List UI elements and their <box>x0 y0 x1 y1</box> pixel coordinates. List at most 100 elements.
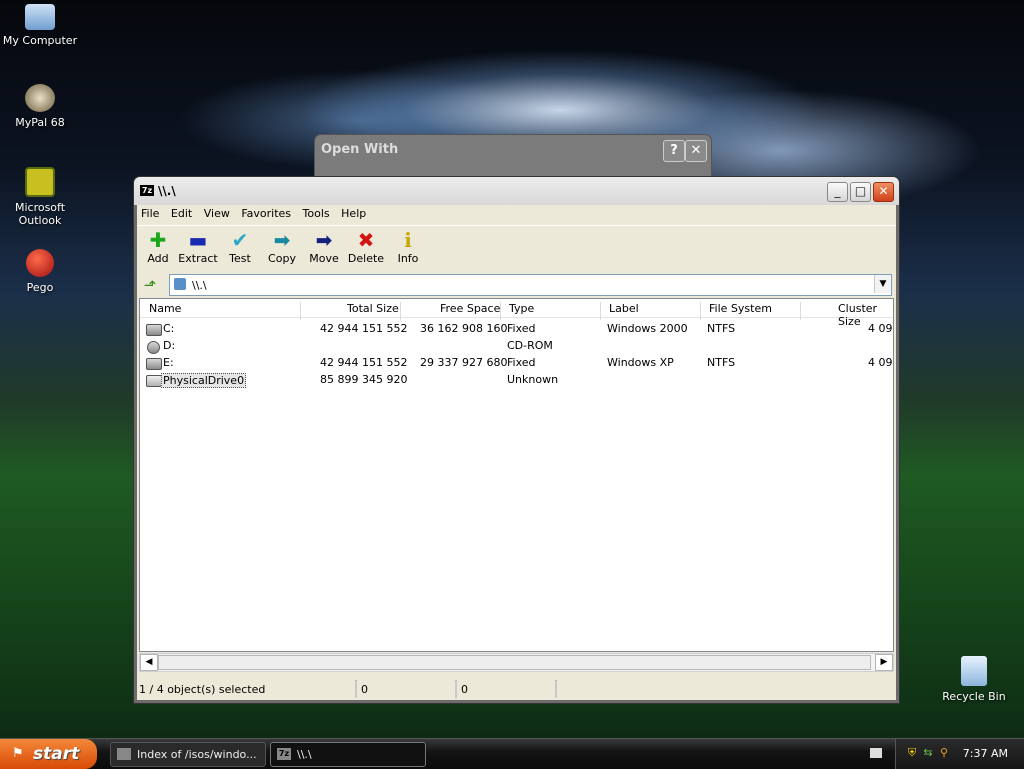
item-type: Fixed <box>507 322 536 335</box>
menu-edit[interactable]: Edit <box>167 205 196 220</box>
hard-drive-icon <box>146 324 162 336</box>
system-tray: ⛨ ⇆ ⚲ 7:37 AM <box>895 739 1024 769</box>
info-icon: i <box>404 228 412 252</box>
chevron-left-icon: ◀ <box>145 657 153 667</box>
status-divider <box>455 680 457 698</box>
toolbar-label: Add <box>147 252 169 265</box>
dropdown-arrow-button[interactable]: ▼ <box>874 275 891 293</box>
taskbar-item-browser[interactable]: Index of /isos/windo... <box>110 742 266 767</box>
taskbar-item-7zip[interactable]: 7z \\.\ <box>270 742 426 767</box>
my-computer-icon <box>25 4 55 30</box>
file-manager-window: 7z \\.\ _ □ ✕ File Edit View Favorites T… <box>133 176 900 704</box>
delete-button[interactable]: ✖ Delete <box>345 228 387 265</box>
column-separator[interactable] <box>500 302 501 320</box>
item-type: Fixed <box>507 356 536 369</box>
item-label: Windows 2000 <box>607 322 688 335</box>
column-label[interactable]: Label <box>609 302 639 315</box>
item-label: Windows XP <box>607 356 674 369</box>
item-free-space: 36 162 908 160 <box>420 322 508 335</box>
info-button[interactable]: i Info <box>387 228 429 265</box>
item-total-size: 42 944 151 552 <box>320 356 408 369</box>
taskbar: ⚑ start Index of /isos/windo... 7z \\.\ … <box>0 738 1024 769</box>
pego-icon <box>26 249 54 277</box>
hard-drive-icon <box>146 358 162 370</box>
copy-button[interactable]: ➡ Copy <box>261 228 303 265</box>
desktop-icon-label: Pego <box>26 281 54 294</box>
toolbar-label: Copy <box>268 252 296 265</box>
list-item-c[interactable]: C: 42 944 151 552 36 162 908 160 Fixed W… <box>140 320 893 337</box>
browser-icon <box>117 748 131 760</box>
file-list[interactable]: Name Total Size Free Space Type Label Fi… <box>139 298 894 652</box>
column-free-space[interactable]: Free Space <box>440 302 500 315</box>
keyboard-icon[interactable] <box>870 748 882 758</box>
address-text: \\.\ <box>192 279 207 292</box>
status-selection: 1 / 4 object(s) selected <box>139 683 266 696</box>
column-file-system[interactable]: File System <box>709 302 772 315</box>
item-free-space: 29 337 927 680 <box>420 356 508 369</box>
move-arrow-icon: ➡ <box>315 228 333 252</box>
extract-button[interactable]: ▬ Extract <box>177 228 219 265</box>
move-button[interactable]: ➡ Move <box>303 228 345 265</box>
start-button[interactable]: ⚑ start <box>0 739 97 769</box>
scroll-left-button[interactable]: ◀ <box>140 654 158 671</box>
status-size: 0 <box>361 683 368 696</box>
help-button[interactable]: ? <box>663 140 685 162</box>
outlook-icon <box>25 167 55 197</box>
plus-icon: ✚ <box>149 228 167 252</box>
minus-icon: ▬ <box>188 228 208 252</box>
item-file-system: NTFS <box>707 356 736 369</box>
network-icon[interactable]: ⇆ <box>922 747 934 759</box>
window-titlebar[interactable]: 7z \\.\ _ □ ✕ <box>134 177 899 205</box>
status-divider <box>355 680 357 698</box>
toolbar-label: Move <box>309 252 339 265</box>
close-button[interactable]: ✕ <box>685 140 707 162</box>
column-separator[interactable] <box>300 302 301 320</box>
minimize-button[interactable]: _ <box>827 182 848 202</box>
desktop-icon-outlook[interactable]: Microsoft Outlook <box>0 167 80 227</box>
menu-file[interactable]: File <box>137 205 163 220</box>
item-name: C: <box>163 322 175 335</box>
column-separator[interactable] <box>700 302 701 320</box>
menu-view[interactable]: View <box>200 205 234 220</box>
column-separator[interactable] <box>600 302 601 320</box>
desktop-icon-mypal[interactable]: MyPal 68 <box>0 84 80 129</box>
test-button[interactable]: ✔ Test <box>219 228 261 265</box>
scroll-right-button[interactable]: ▶ <box>875 654 893 671</box>
menu-favorites[interactable]: Favorites <box>237 205 295 220</box>
item-type: CD-ROM <box>507 339 553 352</box>
maximize-button[interactable]: □ <box>850 182 871 202</box>
menu-help[interactable]: Help <box>337 205 370 220</box>
column-total-size[interactable]: Total Size <box>347 302 399 315</box>
toolbar-label: Extract <box>178 252 218 265</box>
desktop-icon-my-computer[interactable]: My Computer <box>0 4 80 47</box>
menu-tools[interactable]: Tools <box>299 205 334 220</box>
up-folder-button[interactable]: ⬏ <box>141 276 159 294</box>
add-button[interactable]: ✚ Add <box>137 228 179 265</box>
item-name: D: <box>163 339 176 352</box>
close-window-button[interactable]: ✕ <box>873 182 894 202</box>
desktop-icon-recycle-bin[interactable]: Recycle Bin <box>934 656 1014 703</box>
item-cluster-size: 4 096 <box>868 356 893 369</box>
address-combobox[interactable]: \\.\ ▼ <box>169 274 892 296</box>
security-shield-icon[interactable]: ⛨ <box>906 747 918 759</box>
toolbar-label: Test <box>229 252 251 265</box>
column-type[interactable]: Type <box>509 302 534 315</box>
list-item-d[interactable]: D: CD-ROM <box>140 337 893 354</box>
window-title: \\.\ <box>158 184 176 198</box>
chevron-down-icon: ▼ <box>879 279 887 289</box>
status-divider <box>555 680 557 698</box>
column-separator[interactable] <box>800 302 801 320</box>
app-icon: 7z <box>140 185 154 196</box>
column-separator[interactable] <box>400 302 401 320</box>
horizontal-scrollbar[interactable]: ◀ ▶ <box>139 653 894 672</box>
search-icon[interactable]: ⚲ <box>938 747 950 759</box>
physical-drive-icon <box>146 375 162 387</box>
minimize-icon: _ <box>834 184 841 198</box>
clock[interactable]: 7:37 AM <box>963 747 1008 760</box>
desktop-icon-pego[interactable]: Pego <box>0 249 80 294</box>
scroll-thumb[interactable] <box>158 655 871 670</box>
column-name[interactable]: Name <box>149 302 181 315</box>
list-item-e[interactable]: E: 42 944 151 552 29 337 927 680 Fixed W… <box>140 354 893 371</box>
copy-arrow-icon: ➡ <box>273 228 291 252</box>
list-item-physicaldrive0[interactable]: PhysicalDrive0 85 899 345 920 Unknown <box>140 371 893 388</box>
